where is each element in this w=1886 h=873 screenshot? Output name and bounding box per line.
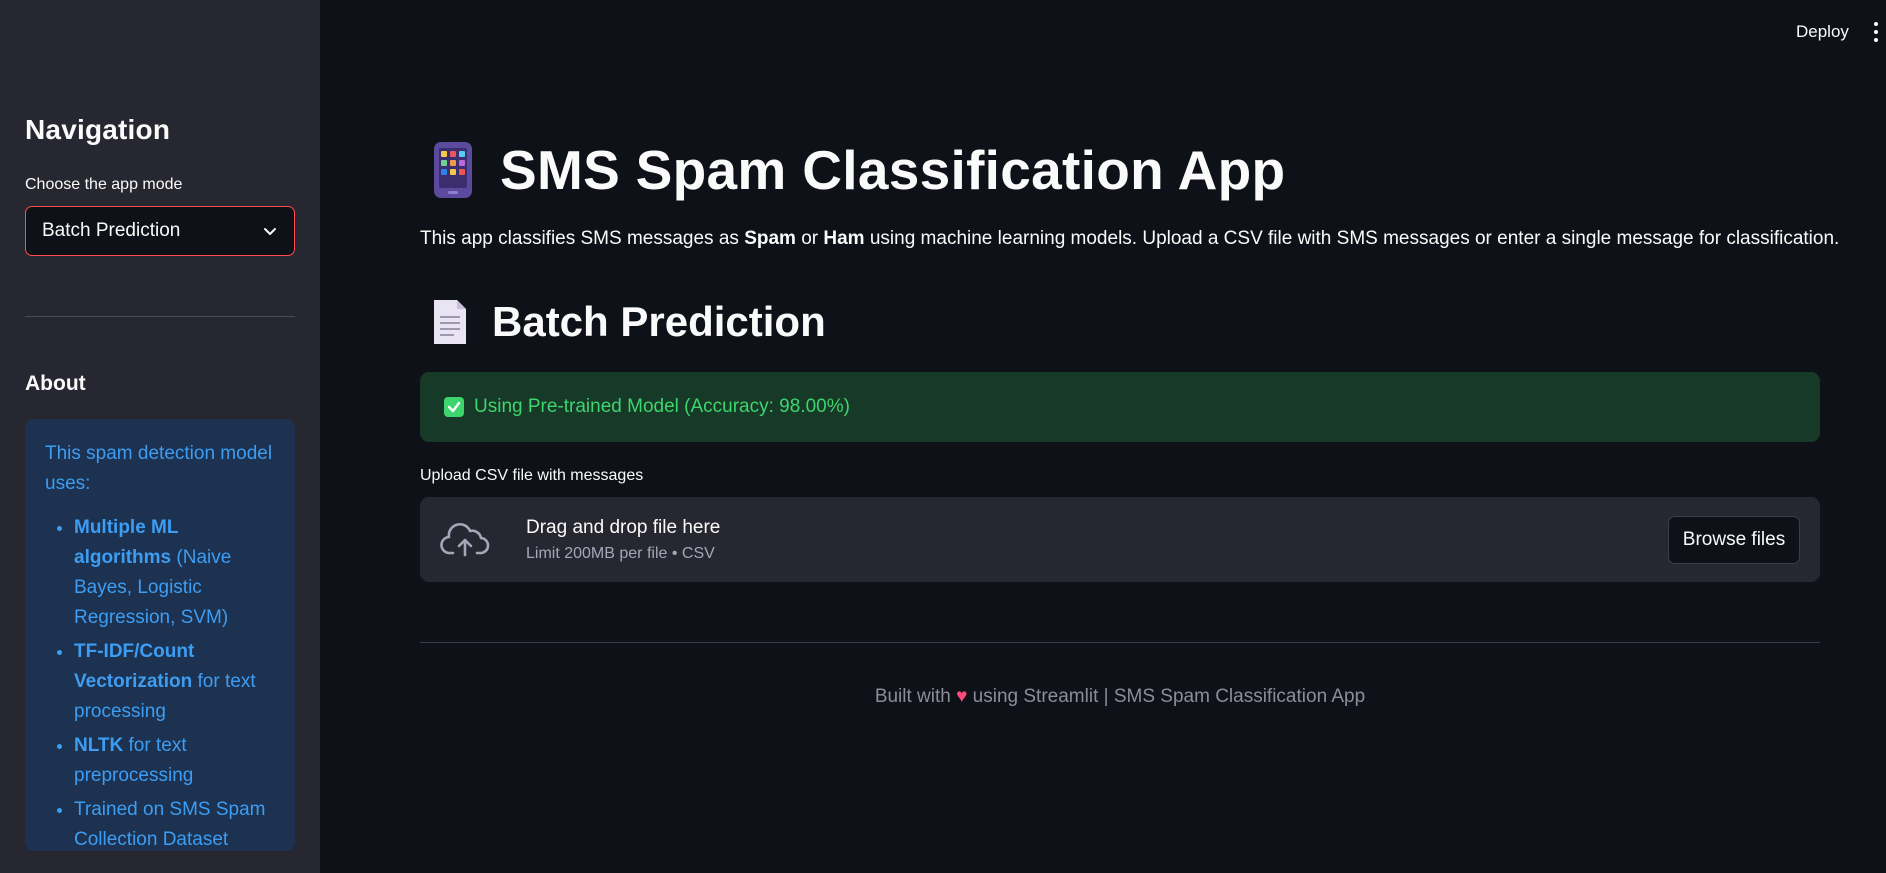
deploy-button[interactable]: Deploy (1796, 22, 1849, 42)
app-mode-select-value: Batch Prediction (42, 220, 181, 241)
about-list-item: TF-IDF/Count Vectorization for text proc… (74, 637, 275, 727)
about-list-item: Trained on SMS Spam Collection Dataset (74, 795, 275, 855)
footer: Built with ♥ using Streamlit | SMS Spam … (420, 686, 1820, 708)
about-list-item: Multiple ML algorithms (Naive Bayes, Log… (74, 513, 275, 633)
about-list-item: NLTK for text preprocessing (74, 731, 275, 791)
page-title: SMS Spam Classification App (430, 138, 1285, 202)
check-icon (444, 397, 464, 417)
document-icon (434, 300, 466, 344)
footer-text-before: Built with (874, 686, 957, 707)
dropzone-limit: Limit 200MB per file • CSV (526, 544, 715, 562)
about-title: About (25, 372, 86, 395)
upload-label: Upload CSV file with messages (420, 467, 644, 484)
success-text: Using Pre-trained Model (Accuracy: 98.00… (474, 396, 850, 417)
file-dropzone[interactable]: Drag and drop file here Limit 200MB per … (420, 497, 1820, 582)
section-heading: Batch Prediction (492, 298, 826, 345)
dropzone-text: Drag and drop file here Limit 200MB per … (526, 517, 720, 563)
about-list: Multiple ML algorithms (Naive Bayes, Log… (45, 513, 275, 855)
dropzone-instruction: Drag and drop file here (526, 516, 721, 538)
chevron-down-icon (264, 228, 276, 235)
sidebar: Navigation Choose the app mode Batch Pre… (0, 0, 320, 873)
heart-icon: ♥ (956, 686, 968, 707)
section-title: Batch Prediction (430, 298, 826, 346)
sidebar-divider (25, 316, 295, 317)
app-description: This app classifies SMS messages as Spam… (420, 228, 1840, 249)
mobile-phone-icon (434, 142, 472, 198)
cloud-upload-icon (440, 522, 490, 556)
success-alert: Using Pre-trained Model (Accuracy: 98.00… (420, 372, 1820, 442)
app-mode-label: Choose the app mode (25, 176, 183, 193)
footer-text-after: using Streamlit | SMS Spam Classificatio… (967, 686, 1366, 707)
sidebar-nav-title: Navigation (25, 114, 171, 145)
app-mode-select[interactable]: Batch Prediction (25, 206, 295, 256)
app-title: SMS Spam Classification App (500, 139, 1286, 201)
about-intro: This spam detection model uses: (45, 443, 273, 494)
footer-divider (420, 642, 1820, 643)
main-menu-icon[interactable] (1874, 22, 1882, 46)
browse-files-button[interactable]: Browse files (1668, 516, 1800, 564)
about-info-box: This spam detection model uses: Multiple… (25, 419, 295, 851)
